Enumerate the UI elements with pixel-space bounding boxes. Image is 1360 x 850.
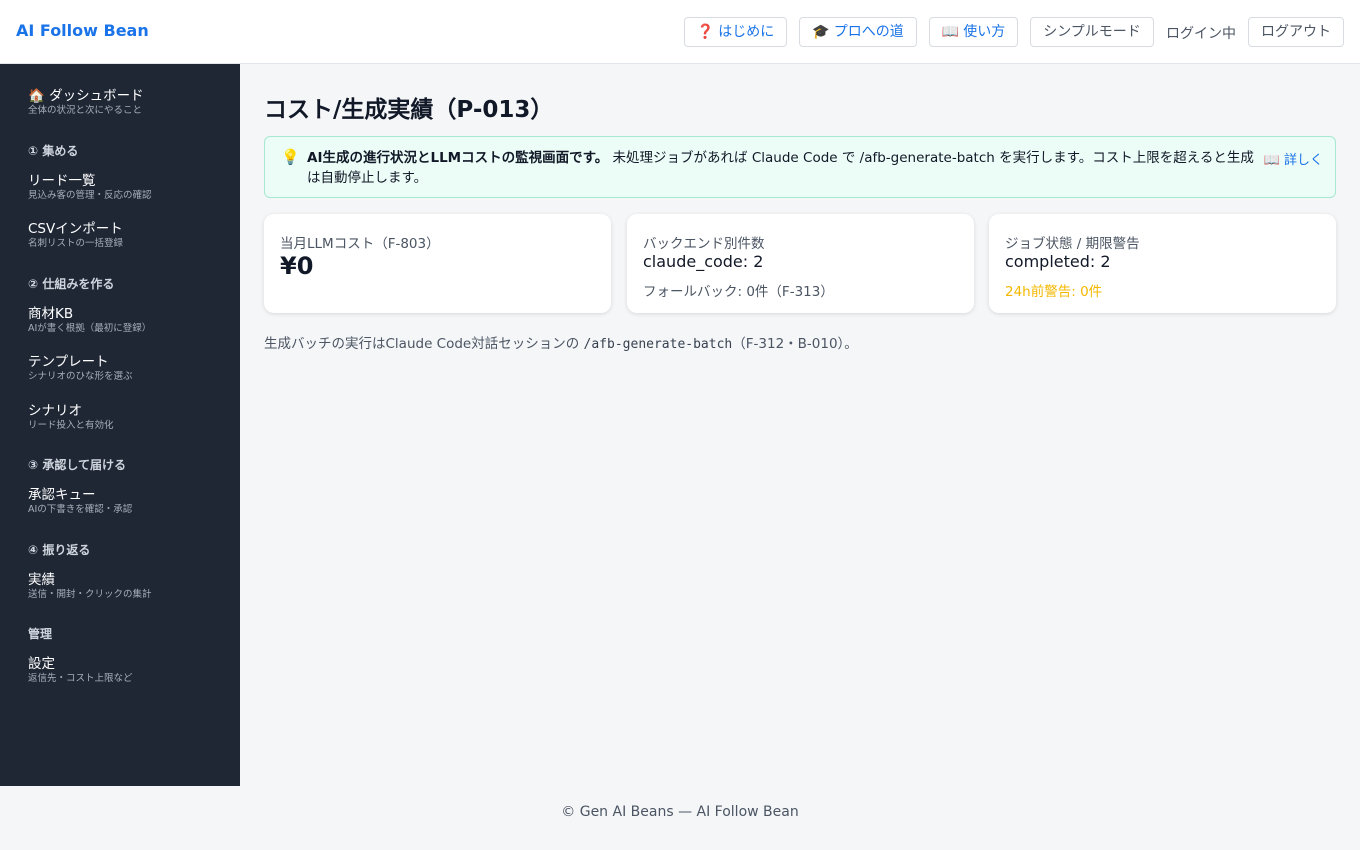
card-label: バックエンド別件数 — [643, 236, 765, 252]
intro-button[interactable]: ❓ はじめに — [684, 17, 787, 47]
main-content: コスト/生成実績（P-013） 💡 AI生成の進行状況とLLMコストの監視画面で… — [240, 64, 1360, 786]
sidebar-item-results[interactable]: 実績 送信・開封・クリックの集計 — [28, 572, 152, 601]
howto-button-label: 使い方 — [963, 24, 1006, 40]
sidebar: 🏠 ダッシュボード 全体の状況と次にやること ① 集める リード一覧 見込み客の… — [0, 64, 240, 786]
lightbulb-icon: 💡 — [281, 148, 300, 166]
sidebar-item-label: 実績 — [28, 572, 55, 588]
batch-footnote: 生成バッチの実行はClaude Code対話セッションの /afb-genera… — [264, 332, 858, 352]
sidebar-item-description: 返信先・コスト上限など — [28, 673, 133, 684]
card-label: ジョブ状態 / 期限警告 — [1005, 236, 1140, 252]
howto-button[interactable]: 📖 使い方 — [929, 17, 1018, 47]
sidebar-item-description: シナリオのひな形を選ぶ — [28, 371, 133, 382]
sidebar-item-label: シナリオ — [28, 403, 82, 419]
monthly-cost-value: ¥0 — [280, 252, 314, 280]
sidebar-item-csv-import[interactable]: CSVインポート 名刺リストの一括登録 — [28, 221, 123, 250]
page-footer: © Gen AI Beans — AI Follow Bean — [0, 786, 1360, 850]
sidebar-item-product-kb[interactable]: 商材KB AIが書く根拠（最初に登録） — [28, 306, 151, 335]
backend-count-value: claude_code: 2 — [643, 252, 764, 271]
home-icon: 🏠 — [28, 88, 45, 104]
sidebar-item-label: 承認キュー — [28, 487, 96, 503]
card-label: 当月LLMコスト（F-803） — [280, 236, 440, 252]
sidebar-item-label: CSVインポート — [28, 221, 123, 237]
sidebar-item-description: 見込み客の管理・反応の確認 — [28, 190, 152, 201]
simple-mode-button[interactable]: シンプルモード — [1030, 17, 1154, 47]
intro-button-label: はじめに — [718, 24, 775, 40]
monthly-cost-card: 当月LLMコスト（F-803） ¥0 — [264, 214, 611, 313]
page-title: コスト/生成実績（P-013） — [264, 97, 554, 123]
sidebar-item-label: リード一覧 — [28, 173, 96, 189]
command-code: /afb-generate-batch — [583, 337, 733, 352]
footnote-suffix: （F-312・B-010）。 — [732, 336, 858, 352]
sidebar-item-description: AIが書く根拠（最初に登録） — [28, 323, 152, 334]
sidebar-item-approval-queue[interactable]: 承認キュー AIの下書きを確認・承認 — [28, 487, 132, 516]
book-icon: 📖 — [941, 24, 960, 40]
fallback-count: フォールバック: 0件（F-313） — [643, 284, 834, 300]
job-status-card: ジョブ状態 / 期限警告 completed: 2 24h前警告: 0件 — [989, 214, 1336, 313]
brand-logo[interactable]: AI Follow Bean — [16, 21, 149, 40]
question-icon: ❓ — [696, 24, 715, 40]
deadline-warning: 24h前警告: 0件 — [1005, 284, 1103, 300]
pro-path-button[interactable]: 🎓 プロへの道 — [799, 17, 917, 47]
sidebar-item-settings[interactable]: 設定 返信先・コスト上限など — [28, 656, 133, 685]
sidebar-item-dashboard[interactable]: 🏠 ダッシュボード 全体の状況と次にやること — [28, 88, 144, 117]
sidebar-item-label: 商材KB — [28, 306, 74, 322]
sidebar-item-description: 名刺リストの一括登録 — [28, 238, 124, 249]
copyright-text: © Gen AI Beans — AI Follow Bean — [561, 804, 799, 820]
top-header: AI Follow Bean ❓ はじめに 🎓 プロへの道 📖 使い方 シンプルモード… — [0, 0, 1360, 64]
details-link[interactable]: 📖 詳しく — [1264, 149, 1323, 168]
notice-text: AI生成の進行状況とLLMコストの監視画面です。 未処理ジョブがあれば Clau… — [307, 148, 1257, 188]
sidebar-item-label: テンプレート — [28, 354, 109, 370]
section-build: ② 仕組みを作る — [28, 277, 115, 291]
section-collect: ① 集める — [28, 144, 79, 158]
footnote-prefix: 生成バッチの実行はClaude Code対話セッションの — [264, 336, 584, 352]
sidebar-item-scenarios[interactable]: シナリオ リード投入と有効化 — [28, 403, 114, 432]
sidebar-item-description: 送信・開封・クリックの集計 — [28, 589, 152, 600]
sidebar-item-description: リード投入と有効化 — [28, 420, 114, 431]
sidebar-item-templates[interactable]: テンプレート シナリオのひな形を選ぶ — [28, 354, 133, 383]
info-notice: 💡 AI生成の進行状況とLLMコストの監視画面です。 未処理ジョブがあれば Cl… — [264, 136, 1336, 198]
section-review: ④ 振り返る — [28, 543, 91, 557]
sidebar-item-leads[interactable]: リード一覧 見込み客の管理・反応の確認 — [28, 173, 152, 202]
job-status-value: completed: 2 — [1005, 252, 1111, 271]
pro-path-button-label: プロへの道 — [833, 24, 904, 40]
sidebar-item-description: AIの下書きを確認・承認 — [28, 504, 133, 515]
logout-button[interactable]: ログアウト — [1248, 17, 1344, 47]
sidebar-item-label: ダッシュボード — [49, 88, 144, 104]
section-approve: ③ 承認して届ける — [28, 458, 126, 472]
section-admin: 管理 — [28, 627, 53, 641]
backend-count-card: バックエンド別件数 claude_code: 2 フォールバック: 0件（F-3… — [627, 214, 974, 313]
sidebar-item-label: 設定 — [28, 656, 55, 672]
sidebar-item-description: 全体の状況と次にやること — [28, 105, 143, 116]
login-status: ログイン中 — [1166, 26, 1236, 42]
notice-bold: AI生成の進行状況とLLMコストの監視画面です。 — [307, 150, 609, 166]
graduation-cap-icon: 🎓 — [812, 24, 830, 40]
